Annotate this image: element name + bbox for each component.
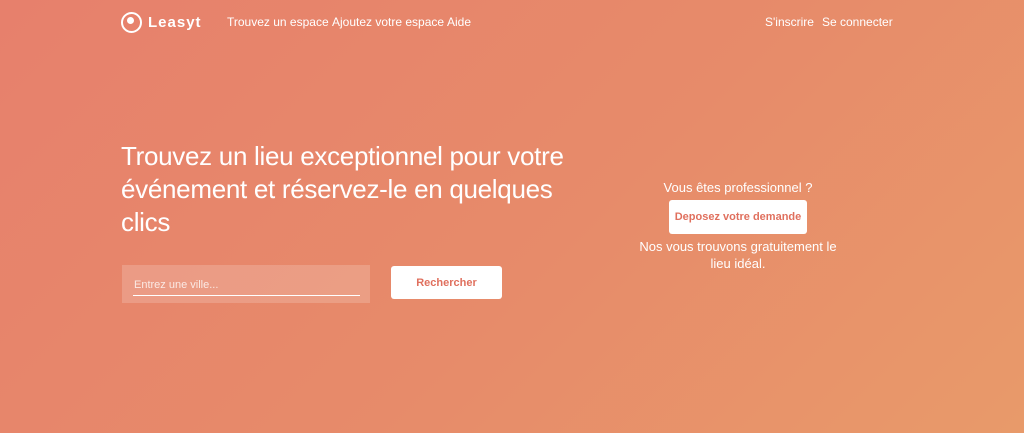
professional-title: Vous êtes professionnel ?	[663, 180, 813, 195]
brand-logo[interactable]: Leasyt	[121, 10, 202, 34]
nav-link-add-space[interactable]: Ajoutez votre espace	[332, 15, 444, 29]
submit-request-button[interactable]: Deposez votre demande	[669, 200, 807, 234]
professional-description: Nos vous trouvons gratuitement le lieu i…	[639, 239, 837, 271]
search-button[interactable]: Rechercher	[391, 266, 502, 299]
city-search-box	[122, 265, 370, 303]
nav-link-find-space[interactable]: Trouvez un espace	[227, 15, 329, 29]
hero-headline: Trouvez un lieu exceptionnel pour votre …	[121, 141, 564, 237]
signup-link[interactable]: S'inscrire	[765, 15, 814, 29]
nav-link-help[interactable]: Aide	[447, 15, 471, 29]
brand-logo-icon	[121, 11, 142, 33]
top-navigation: Leasyt Trouvez un espace Ajoutez votre e…	[0, 0, 1024, 44]
city-search-input[interactable]	[133, 274, 360, 296]
professional-panel: Vous êtes professionnel ? Deposez votre …	[628, 180, 848, 272]
login-link[interactable]: Se connecter	[822, 15, 893, 29]
brand-name: Leasyt	[148, 13, 202, 31]
